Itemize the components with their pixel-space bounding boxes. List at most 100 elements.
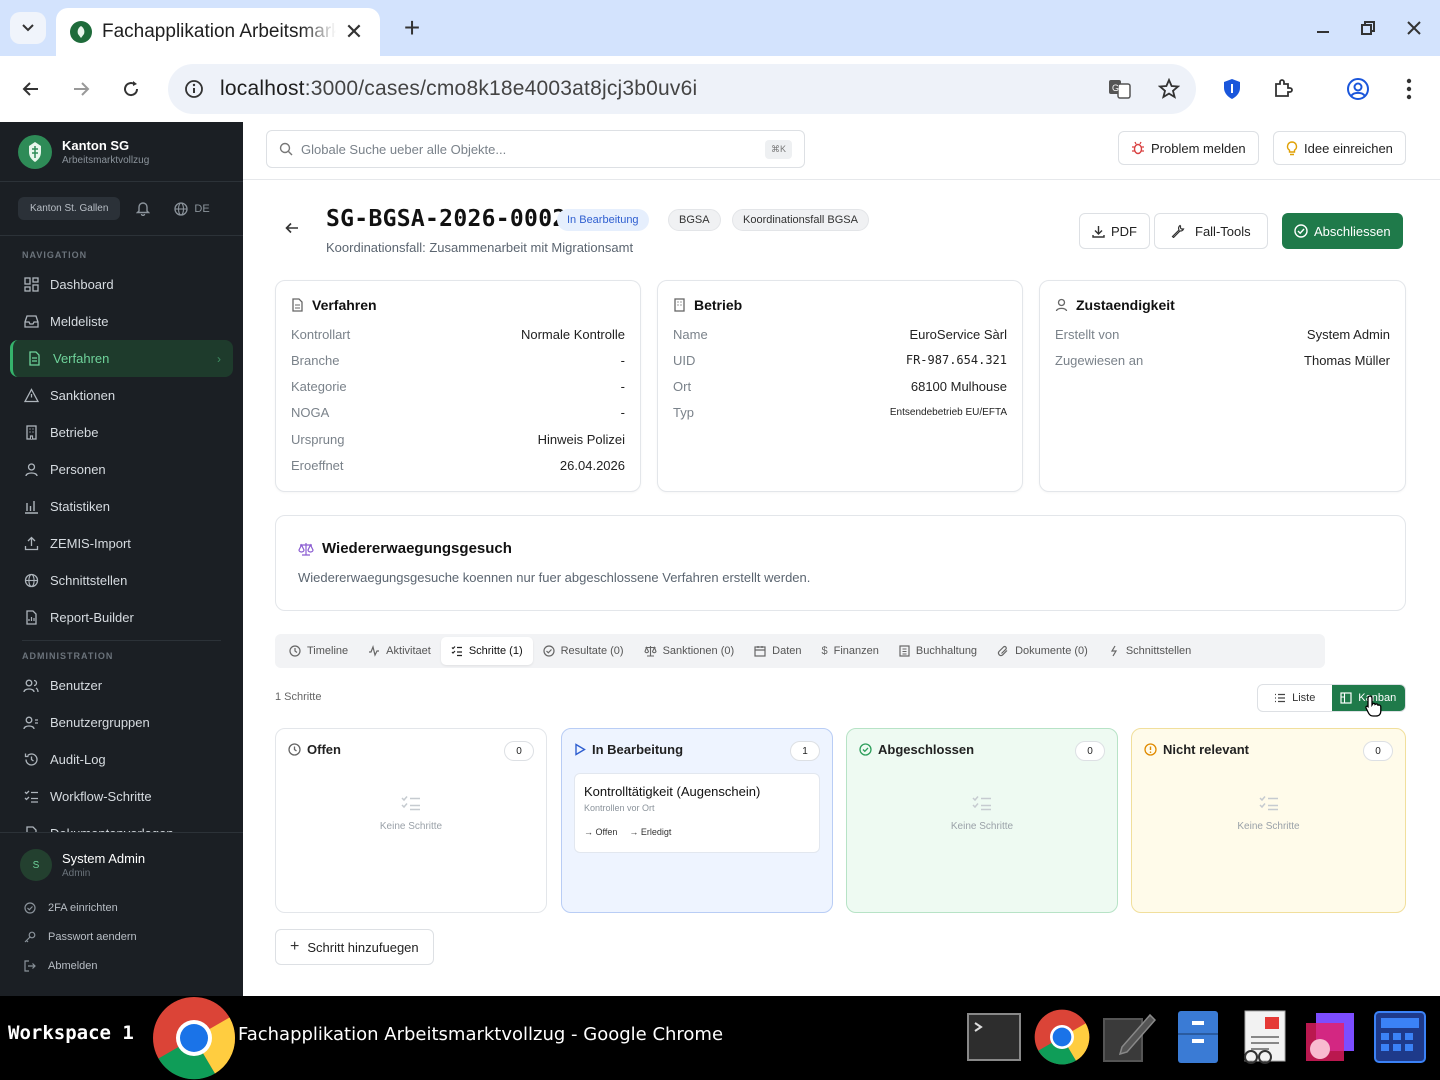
tab-list-button[interactable] xyxy=(10,12,46,44)
global-search[interactable]: ⌘K xyxy=(266,130,805,168)
minimize-window-button[interactable] xyxy=(1308,14,1338,42)
kanban-column-in-bearbeitung: In Bearbeitung 1 Kontrolltätigkeit (Auge… xyxy=(561,728,833,913)
sidebar-item-dashboard[interactable]: Dashboard xyxy=(0,266,243,303)
sidebar-item-label: Verfahren xyxy=(53,351,110,366)
search-input[interactable] xyxy=(301,141,765,157)
profile-button[interactable] xyxy=(1342,73,1374,105)
tab-schritte[interactable]: Schritte (1) xyxy=(440,637,533,665)
sidebar-item-label: Report-Builder xyxy=(50,610,134,625)
browser-tab-active[interactable]: Fachapplikation Arbeitsmarktvollzug ✕ xyxy=(56,8,380,56)
tab-timeline[interactable]: Timeline xyxy=(279,637,358,665)
chrome-taskbar-icon[interactable] xyxy=(152,996,236,1080)
bell-icon[interactable] xyxy=(136,201,151,216)
case-id: SG-BGSA-2026-0002 xyxy=(326,206,567,232)
canton-selector[interactable]: Kanton St. Gallen xyxy=(18,197,121,220)
image-viewer-icon[interactable] xyxy=(1302,1008,1358,1066)
close-case-label: Abschliessen xyxy=(1314,223,1391,239)
svg-text:G: G xyxy=(1112,83,1119,93)
case-tabs: Timeline Aktivitaet Schritte (1) Resulta… xyxy=(275,634,1325,668)
file-cabinet-icon[interactable] xyxy=(1170,1008,1226,1066)
bookmark-star-icon[interactable] xyxy=(1158,78,1180,100)
view-list-button[interactable]: Liste xyxy=(1258,685,1332,711)
type-badge: BGSA xyxy=(668,209,721,231)
case-tools-label: Fall-Tools xyxy=(1195,223,1251,239)
plus-icon: + xyxy=(290,938,300,955)
sidebar-item-verfahren[interactable]: Verfahren › xyxy=(10,340,233,377)
tab-finanzen[interactable]: $ Finanzen xyxy=(812,637,889,665)
sidebar-item-workflow-schritte[interactable]: Workflow-Schritte xyxy=(0,778,243,815)
list-checks-icon xyxy=(451,645,463,657)
forward-button[interactable] xyxy=(65,73,97,105)
sidebar-item-sanktionen[interactable]: Sanktionen xyxy=(0,377,243,414)
status-badge: In Bearbeitung xyxy=(557,209,649,231)
translate-icon[interactable]: G xyxy=(1108,78,1132,100)
tab-dokumente[interactable]: Dokumente (0) xyxy=(987,637,1098,665)
os-taskbar: Workspace 1 Fachapplikation Arbeitsmarkt… xyxy=(0,996,1440,1080)
tab-aktivitaet[interactable]: Aktivitaet xyxy=(358,637,441,665)
browser-menu-button[interactable] xyxy=(1393,73,1425,105)
tab-schnittstellen[interactable]: Schnittstellen xyxy=(1098,637,1201,665)
extensions-button[interactable] xyxy=(1267,73,1299,105)
report-problem-label: Problem melden xyxy=(1151,140,1246,156)
close-tab-icon[interactable]: ✕ xyxy=(342,19,366,45)
ledger-icon xyxy=(899,645,910,657)
new-tab-button[interactable]: + xyxy=(396,12,428,44)
back-arrow-icon[interactable] xyxy=(285,222,299,234)
globe-icon xyxy=(22,572,40,590)
tab-title: Fachapplikation Arbeitsmarktvollzug xyxy=(102,21,336,42)
language-switcher[interactable]: DE xyxy=(174,201,210,216)
chrome-icon[interactable] xyxy=(1034,1008,1090,1066)
add-step-button[interactable]: + Schritt hinzufuegen xyxy=(275,929,434,965)
sidebar-item-betriebe[interactable]: Betriebe xyxy=(0,414,243,451)
change-password-link[interactable]: Passwort aendern xyxy=(0,922,243,951)
address-bar[interactable]: localhost:3000/cases/cmo8k18e4003at8jcj3… xyxy=(168,64,1196,114)
setup-2fa-link[interactable]: 2FA einrichten xyxy=(0,893,243,922)
terminal-icon[interactable] xyxy=(966,1008,1022,1066)
pdf-button[interactable]: PDF xyxy=(1079,213,1150,249)
step-title: Kontrolltätigkeit (Augenschein) xyxy=(584,784,761,799)
sidebar-item-statistiken[interactable]: Statistiken xyxy=(0,488,243,525)
reload-button[interactable] xyxy=(115,73,147,105)
alert-triangle-icon xyxy=(22,387,40,405)
calendar-icon xyxy=(754,645,766,657)
sidebar-item-benutzer[interactable]: Benutzer xyxy=(0,667,243,704)
close-window-button[interactable] xyxy=(1399,14,1429,42)
tab-buchhaltung[interactable]: Buchhaltung xyxy=(889,637,987,665)
move-to-erledigt-button[interactable]: → Erledigt xyxy=(629,827,671,837)
logout-link[interactable]: Abmelden xyxy=(0,951,243,980)
sidebar-item-schnittstellen[interactable]: Schnittstellen xyxy=(0,562,243,599)
extension-shield-button[interactable] xyxy=(1216,73,1248,105)
step-card[interactable]: Kontrolltätigkeit (Augenschein) Kontroll… xyxy=(574,773,820,853)
sidebar-item-report-builder[interactable]: Report-Builder xyxy=(0,599,243,636)
browser-tab-bar: Fachapplikation Arbeitsmarktvollzug ✕ + xyxy=(0,0,1440,56)
column-header: Nicht relevant xyxy=(1144,742,1249,757)
empty-state: Keine Schritte xyxy=(847,795,1117,832)
back-button[interactable] xyxy=(15,73,47,105)
tab-daten[interactable]: Daten xyxy=(744,637,811,665)
tab-resultate[interactable]: Resultate (0) xyxy=(533,637,634,665)
kv-row: NOGA - xyxy=(291,404,625,420)
user-icon xyxy=(22,461,40,479)
current-user[interactable]: S System Admin Admin xyxy=(0,845,243,893)
column-count: 1 xyxy=(790,741,820,761)
report-problem-button[interactable]: Problem melden xyxy=(1118,131,1259,165)
move-to-offen-button[interactable]: → Offen xyxy=(584,827,617,837)
sidebar-item-meldeliste[interactable]: Meldeliste xyxy=(0,303,243,340)
scale-icon xyxy=(644,645,657,657)
setup-2fa-label: 2FA einrichten xyxy=(48,901,118,914)
sidebar-item-benutzergruppen[interactable]: Benutzergruppen xyxy=(0,704,243,741)
sidebar-item-personen[interactable]: Personen xyxy=(0,451,243,488)
calculator-icon[interactable] xyxy=(1372,1008,1428,1066)
restore-window-button[interactable] xyxy=(1353,14,1383,42)
close-case-button[interactable]: Abschliessen xyxy=(1282,213,1403,249)
document-viewer-icon[interactable] xyxy=(1236,1008,1292,1066)
account-circle-icon xyxy=(1347,78,1369,100)
submit-idea-button[interactable]: Idee einreichen xyxy=(1273,131,1406,165)
case-tools-button[interactable]: Fall-Tools xyxy=(1154,213,1268,249)
sidebar-item-audit-log[interactable]: Audit-Log xyxy=(0,741,243,778)
check-circle-icon xyxy=(1294,224,1308,238)
kanban-column-offen: Offen 0 Keine Schritte xyxy=(275,728,547,913)
tab-sanktionen[interactable]: Sanktionen (0) xyxy=(634,637,745,665)
sidebar-item-zemis-import[interactable]: ZEMIS-Import xyxy=(0,525,243,562)
text-editor-icon[interactable] xyxy=(1100,1008,1156,1066)
